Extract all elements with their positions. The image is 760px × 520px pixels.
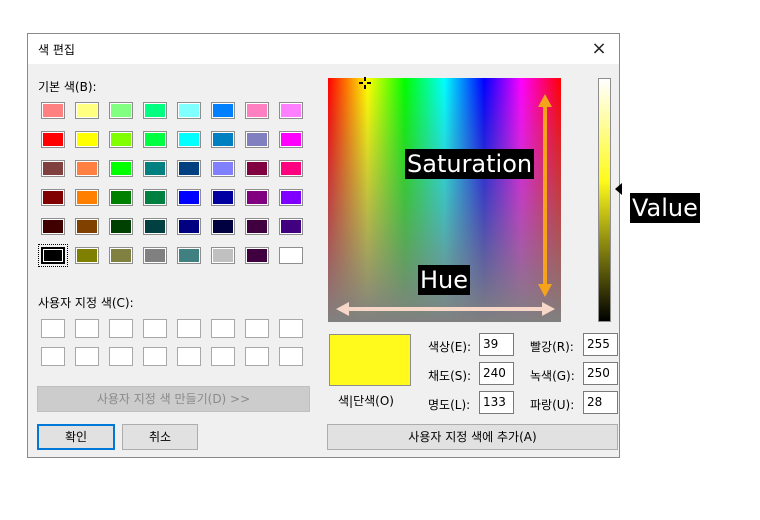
basic-color-swatch[interactable]	[109, 189, 133, 206]
basic-color-swatch[interactable]	[75, 189, 99, 206]
custom-color-swatch[interactable]	[245, 347, 269, 366]
custom-color-swatch[interactable]	[41, 319, 65, 338]
basic-color-swatch[interactable]	[41, 189, 65, 206]
basic-color-swatch[interactable]	[211, 247, 235, 264]
preview-label[interactable]: 색|단색(O)	[338, 392, 394, 409]
add-to-custom-colors-button[interactable]: 사용자 지정 색에 추가(A)	[327, 424, 618, 450]
basic-color-swatch[interactable]	[279, 102, 303, 119]
luminosity-label: 명도(L):	[428, 398, 471, 412]
green-field[interactable]: 250	[583, 362, 618, 385]
basic-color-swatch[interactable]	[279, 131, 303, 148]
saturation-label: 채도(S):	[428, 369, 472, 383]
basic-color-swatch[interactable]	[177, 189, 201, 206]
luminosity-slider[interactable]	[598, 78, 611, 322]
basic-color-swatch[interactable]	[245, 189, 269, 206]
basic-color-swatch[interactable]	[279, 160, 303, 177]
basic-color-swatch[interactable]	[109, 102, 133, 119]
saturation-field[interactable]: 240	[479, 362, 514, 385]
title-bar: 색 편집 ×	[28, 34, 619, 64]
custom-color-swatch[interactable]	[109, 319, 133, 338]
color-crosshair[interactable]	[359, 77, 371, 89]
hue-label: 색상(E):	[428, 340, 472, 354]
basic-color-swatch[interactable]	[143, 160, 167, 177]
basic-color-swatch[interactable]	[41, 102, 65, 119]
basic-color-swatch[interactable]	[41, 131, 65, 148]
basic-color-swatch[interactable]	[245, 131, 269, 148]
dialog-title: 색 편집	[38, 43, 75, 57]
basic-color-swatch[interactable]	[279, 189, 303, 206]
basic-color-swatch[interactable]	[143, 218, 167, 235]
basic-color-swatch[interactable]	[75, 160, 99, 177]
basic-color-swatch[interactable]	[279, 218, 303, 235]
custom-color-swatch[interactable]	[177, 347, 201, 366]
basic-color-swatch[interactable]	[75, 218, 99, 235]
cancel-button[interactable]: 취소	[122, 424, 198, 450]
color-preview	[329, 334, 411, 386]
basic-color-swatch[interactable]	[177, 218, 201, 235]
custom-color-swatch[interactable]	[211, 319, 235, 338]
basic-color-swatch[interactable]	[245, 102, 269, 119]
red-field[interactable]: 255	[583, 333, 618, 356]
close-icon[interactable]: ×	[587, 37, 611, 61]
custom-color-swatch[interactable]	[245, 319, 269, 338]
basic-color-swatch[interactable]	[109, 131, 133, 148]
custom-color-swatch[interactable]	[143, 319, 167, 338]
custom-color-swatch[interactable]	[211, 347, 235, 366]
blue-field[interactable]: 28	[583, 391, 618, 414]
custom-color-swatch[interactable]	[75, 319, 99, 338]
luminosity-field[interactable]: 133	[479, 391, 514, 414]
basic-color-swatch[interactable]	[143, 102, 167, 119]
basic-color-swatch[interactable]	[177, 102, 201, 119]
basic-color-swatch[interactable]	[245, 247, 269, 264]
custom-colors-label: 사용자 지정 색(C):	[38, 296, 134, 310]
basic-color-swatch[interactable]	[109, 247, 133, 264]
basic-color-swatch[interactable]	[211, 131, 235, 148]
blue-label: 파랑(U):	[530, 398, 575, 412]
custom-color-swatch[interactable]	[109, 347, 133, 366]
basic-color-swatch[interactable]	[109, 160, 133, 177]
basic-color-swatch[interactable]	[143, 131, 167, 148]
value-annotation: Value	[630, 193, 700, 223]
green-label: 녹색(G):	[530, 369, 575, 383]
custom-color-swatch[interactable]	[279, 347, 303, 366]
basic-color-swatch[interactable]	[211, 160, 235, 177]
basic-color-swatch[interactable]	[75, 131, 99, 148]
basic-color-swatch[interactable]	[245, 218, 269, 235]
basic-color-swatch[interactable]	[245, 160, 269, 177]
basic-color-swatch[interactable]	[211, 218, 235, 235]
basic-color-swatch[interactable]	[143, 189, 167, 206]
custom-color-swatch[interactable]	[75, 347, 99, 366]
custom-color-swatch[interactable]	[41, 347, 65, 366]
hue-field[interactable]: 39	[479, 333, 514, 356]
basic-color-swatch[interactable]	[177, 160, 201, 177]
basic-color-swatch[interactable]	[75, 247, 99, 264]
basic-color-swatch[interactable]	[211, 102, 235, 119]
basic-color-swatch[interactable]	[75, 102, 99, 119]
saturation-annotation: Saturation	[405, 149, 535, 179]
basic-color-swatch[interactable]	[279, 247, 303, 264]
basic-color-swatch[interactable]	[177, 131, 201, 148]
basic-color-swatch[interactable]	[143, 247, 167, 264]
basic-color-swatch[interactable]	[41, 218, 65, 235]
hue-annotation: Hue	[418, 265, 471, 295]
red-label: 빨강(R):	[530, 340, 574, 354]
basic-color-swatch[interactable]	[177, 247, 201, 264]
color-dialog: 색 편집 × 기본 색(B): 사용자 지정 색(C): 사용자 지정 색 만들…	[27, 33, 622, 458]
custom-color-swatch[interactable]	[143, 347, 167, 366]
basic-colors-label: 기본 색(B):	[38, 80, 97, 94]
custom-color-swatch[interactable]	[279, 319, 303, 338]
basic-color-swatch[interactable]	[109, 218, 133, 235]
custom-color-swatch[interactable]	[177, 319, 201, 338]
basic-color-swatch[interactable]	[211, 189, 235, 206]
ok-button[interactable]: 확인	[37, 424, 115, 450]
luminosity-arrow-icon[interactable]	[615, 183, 622, 195]
basic-color-swatch[interactable]	[38, 244, 68, 267]
define-custom-colors-button[interactable]: 사용자 지정 색 만들기(D) >>	[37, 386, 310, 412]
basic-color-swatch[interactable]	[41, 160, 65, 177]
